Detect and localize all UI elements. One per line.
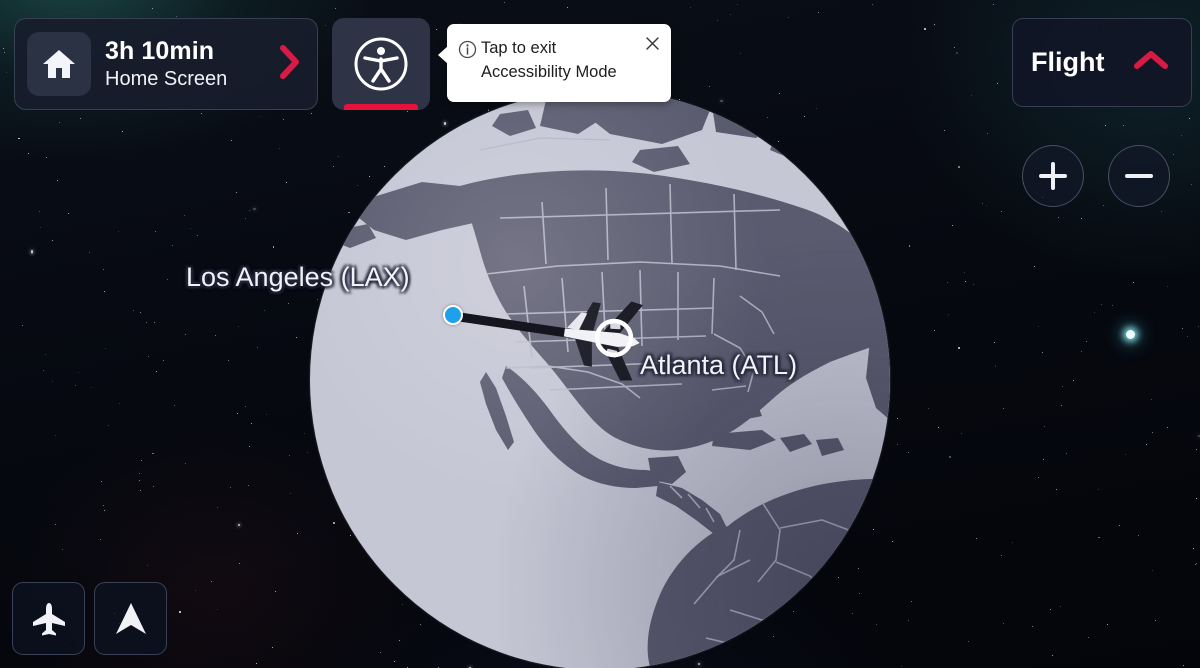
active-indicator bbox=[344, 104, 418, 110]
zoom-in-button[interactable] bbox=[1022, 145, 1084, 207]
tooltip-line-1: Tap to exit bbox=[481, 39, 557, 57]
airplane-icon bbox=[32, 602, 65, 635]
globe-map-svg bbox=[330, 90, 890, 668]
plus-icon bbox=[1039, 162, 1067, 190]
home-icon bbox=[43, 50, 75, 78]
tooltip-text: Tap to exit Accessibility Mode bbox=[481, 36, 639, 85]
north-up-button[interactable] bbox=[94, 582, 167, 655]
home-icon-container bbox=[27, 32, 91, 96]
flight-panel-toggle[interactable]: Flight bbox=[1012, 18, 1192, 107]
tooltip-line-2: Accessibility Mode bbox=[481, 63, 617, 82]
landmasses bbox=[330, 90, 890, 668]
globe[interactable] bbox=[310, 90, 890, 668]
origin-marker-lax[interactable] bbox=[443, 305, 463, 325]
accessibility-mode-button[interactable] bbox=[332, 18, 430, 110]
navigation-arrow-icon bbox=[115, 602, 146, 634]
chevron-up-icon bbox=[1133, 49, 1169, 76]
minus-icon bbox=[1125, 174, 1153, 178]
bright-star bbox=[1126, 330, 1135, 339]
home-screen-button[interactable]: 3h 10min Home Screen bbox=[14, 18, 318, 110]
origin-label: Los Angeles (LAX) bbox=[186, 262, 410, 292]
zoom-out-button[interactable] bbox=[1108, 145, 1170, 207]
accessibility-icon bbox=[354, 37, 408, 91]
accessibility-tooltip: Tap to exit Accessibility Mode bbox=[438, 24, 671, 102]
globe-sphere bbox=[310, 90, 890, 668]
home-subtitle: Home Screen bbox=[105, 67, 228, 90]
info-circle-icon bbox=[458, 40, 477, 64]
plane-view-button[interactable] bbox=[12, 582, 85, 655]
flight-panel-label: Flight bbox=[1031, 47, 1105, 77]
chevron-right-icon bbox=[279, 44, 301, 84]
close-icon[interactable] bbox=[642, 33, 662, 53]
destination-label: Atlanta (ATL) bbox=[640, 350, 798, 380]
time-remaining: 3h 10min bbox=[105, 37, 215, 66]
home-text-block: 3h 10min Home Screen bbox=[105, 38, 279, 89]
map-stage: Los Angeles (LAX) Atlanta (ATL) 3h 10min… bbox=[0, 0, 1200, 668]
